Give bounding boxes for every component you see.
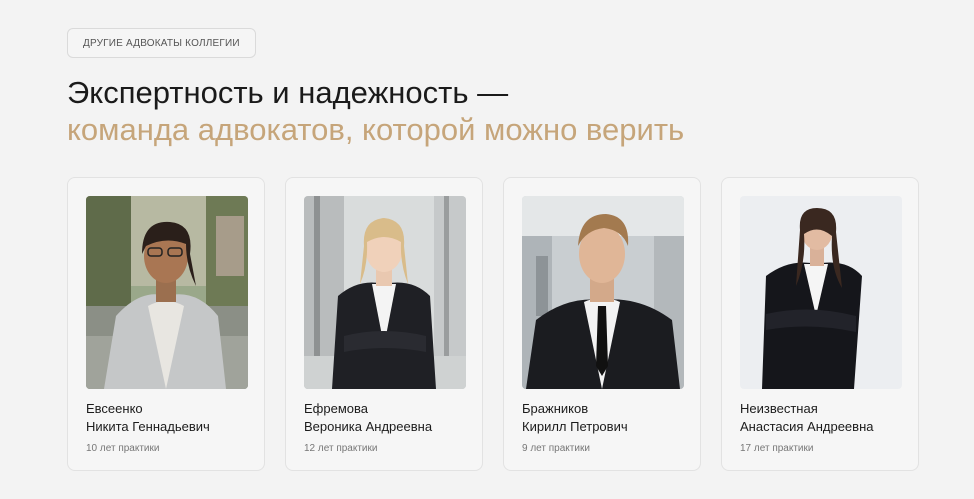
title-line-1: Экспертность и надежность — xyxy=(67,75,509,110)
lawyer-photo xyxy=(304,196,466,389)
lawyer-card[interactable]: Бражников Кирилл Петрович 9 лет практики xyxy=(503,177,701,471)
lawyer-surname: Евсеенко xyxy=(86,401,143,416)
title-line-2: команда адвокатов, которой можно верить xyxy=(67,112,685,147)
lawyer-photo xyxy=(86,196,248,389)
lawyer-card[interactable]: Евсеенко Никита Геннадьевич 10 лет практ… xyxy=(67,177,265,471)
lawyer-experience: 17 лет практики xyxy=(740,443,814,454)
page-title: Экспертность и надежность — команда адво… xyxy=(67,74,684,148)
lawyer-card[interactable]: Неизвестная Анастасия Андреевна 17 лет п… xyxy=(721,177,919,471)
lawyer-given-names: Никита Геннадьевич xyxy=(86,419,210,434)
lawyer-given-names: Кирилл Петрович xyxy=(522,419,628,434)
lawyer-surname: Неизвестная xyxy=(740,401,818,416)
lawyer-surname: Ефремова xyxy=(304,401,368,416)
lawyer-experience: 9 лет практики xyxy=(522,443,590,454)
lawyer-given-names: Вероника Андреевна xyxy=(304,419,433,434)
lawyer-photo xyxy=(522,196,684,389)
lawyer-experience: 12 лет практики xyxy=(304,443,378,454)
lawyer-surname: Бражников xyxy=(522,401,589,416)
lawyer-experience: 10 лет практики xyxy=(86,443,160,454)
lawyer-given-names: Анастасия Андреевна xyxy=(740,419,874,434)
section-badge: ДРУГИЕ АДВОКАТЫ КОЛЛЕГИИ xyxy=(67,28,256,58)
lawyer-card[interactable]: Ефремова Вероника Андреевна 12 лет практ… xyxy=(285,177,483,471)
lawyer-photo xyxy=(740,196,902,389)
